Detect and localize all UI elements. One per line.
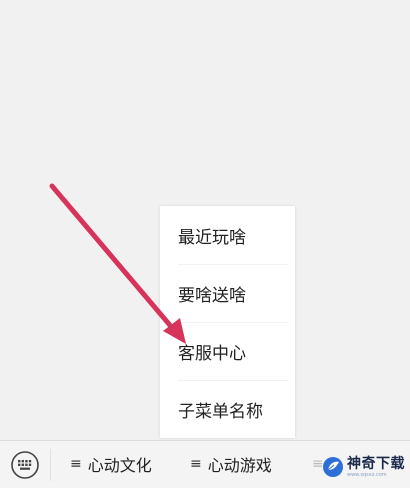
menu-tab-culture[interactable]: ≡ 心动文化 — [70, 441, 152, 487]
watermark-logo: 神奇下载 www.sqsxz.com — [322, 450, 410, 484]
menu-tab-label: 心动游戏 — [207, 456, 272, 475]
keyboard-toggle-button[interactable] — [10, 450, 40, 480]
keyboard-icon — [11, 451, 39, 479]
submenu-popup: 最近玩啥 要啥送啥 客服中心 子菜单名称 — [160, 206, 295, 438]
submenu-item-recent-play[interactable]: 最近玩啥 — [160, 206, 295, 264]
menu-tab-games[interactable]: ≡ 心动游戏 — [190, 441, 272, 487]
menu-lines-icon: ≡ — [190, 456, 202, 472]
logo-leaf-icon — [323, 457, 343, 477]
logo-url: www.sqsxz.com — [347, 471, 387, 478]
logo-name: 神奇下载 — [347, 455, 405, 472]
submenu-item-customer-service[interactable]: 客服中心 — [160, 322, 295, 380]
menubar-divider — [50, 449, 51, 481]
submenu-item-submenu-name[interactable]: 子菜单名称 — [160, 380, 295, 438]
menu-lines-icon: ≡ — [70, 456, 82, 472]
submenu-item-gift[interactable]: 要啥送啥 — [160, 264, 295, 322]
menu-tab-label: 心动文化 — [87, 456, 152, 475]
